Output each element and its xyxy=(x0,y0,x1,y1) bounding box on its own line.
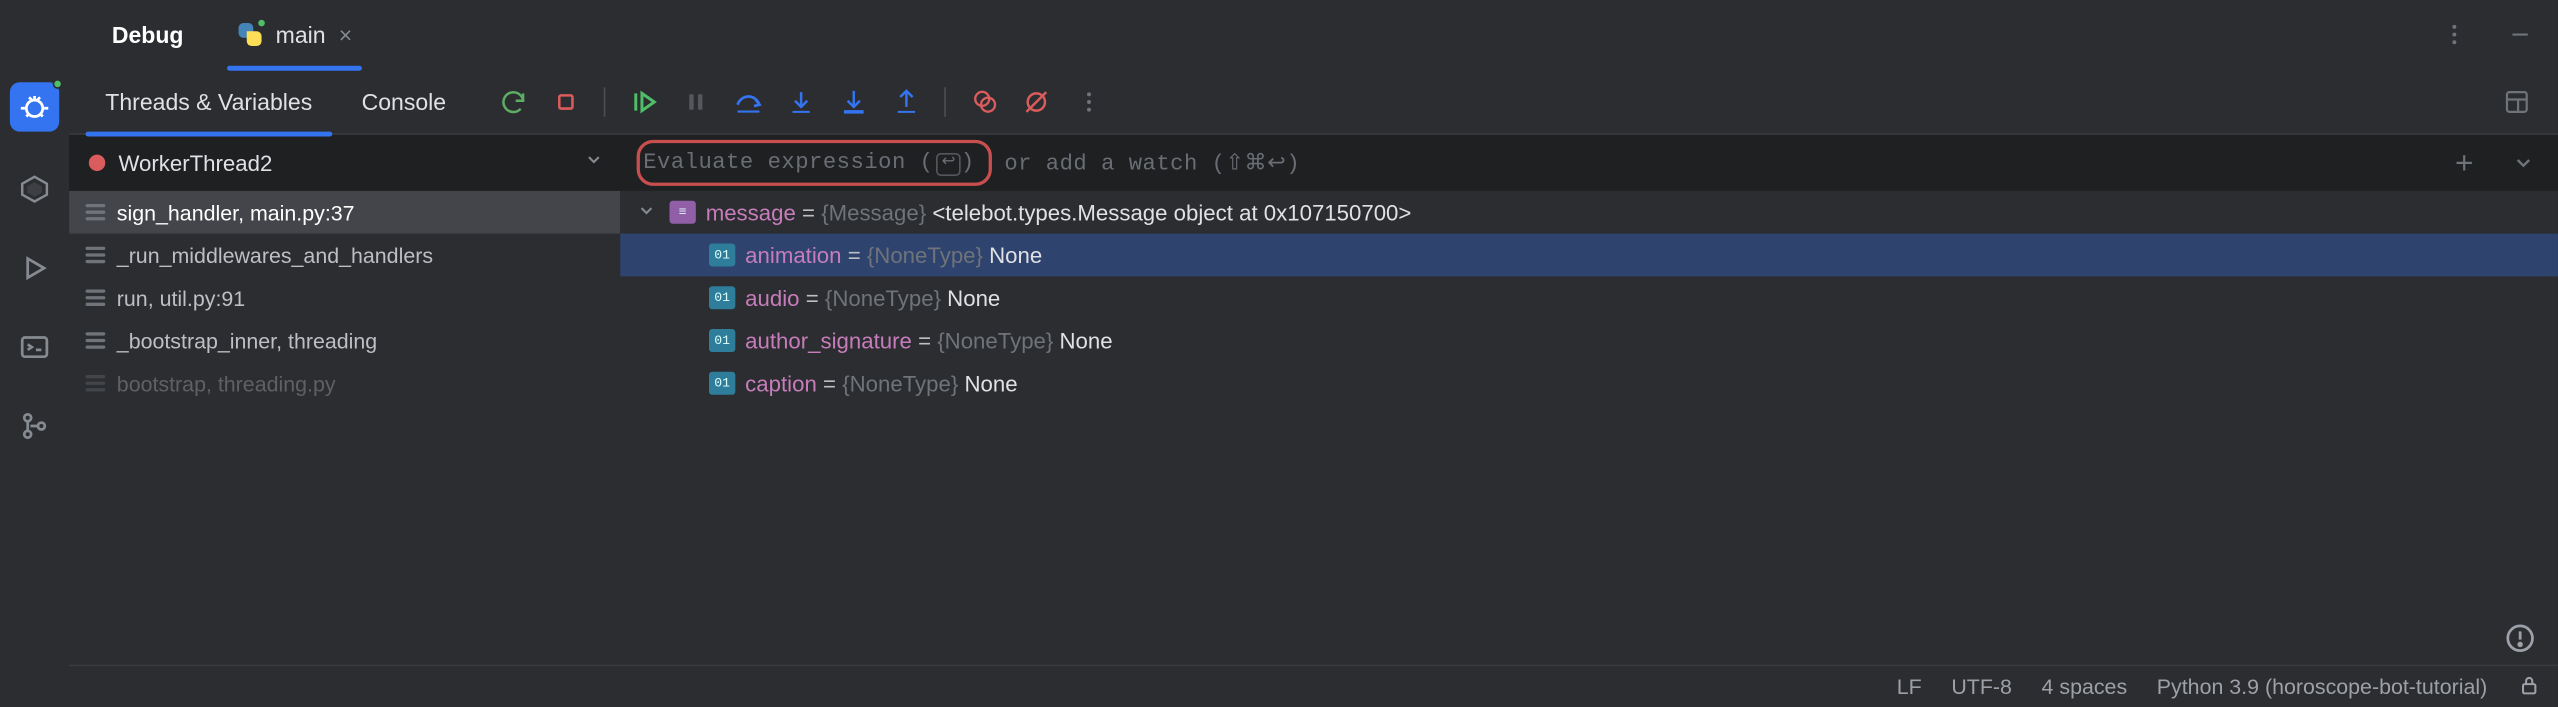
file-tab-main[interactable]: main × xyxy=(210,0,379,69)
interpreter-widget[interactable]: Python 3.9 (horoscope-bot-tutorial) xyxy=(2157,674,2487,699)
thread-suspended-dot xyxy=(89,155,105,171)
tab-threads-variables[interactable]: Threads & Variables xyxy=(86,68,332,134)
thread-selector[interactable]: WorkerThread2 xyxy=(69,135,620,191)
services-icon[interactable] xyxy=(13,168,56,211)
frame-icon xyxy=(86,289,106,306)
pause-icon[interactable] xyxy=(675,80,718,123)
more-options-icon[interactable] xyxy=(2433,13,2476,56)
variable-row[interactable]: 01 caption = {NoneType} None xyxy=(620,362,2558,405)
variable-row[interactable]: 01 author_signature = {NoneType} None xyxy=(620,319,2558,362)
run-icon[interactable] xyxy=(13,247,56,290)
status-bar: LF UTF-8 4 spaces Python 3.9 (horoscope-… xyxy=(69,665,2558,707)
stack-frame[interactable]: _bootstrap_inner, threading xyxy=(69,319,620,362)
debug-subtabs: Threads & Variables Console xyxy=(69,69,2558,135)
toolbar-more-icon[interactable] xyxy=(1068,80,1111,123)
rerun-icon[interactable] xyxy=(492,80,535,123)
hide-toolwindow-icon[interactable] xyxy=(2499,13,2542,56)
step-into-my-code-icon[interactable] xyxy=(833,80,876,123)
variable-row[interactable]: ≡ message = {Message} <telebot.types.Mes… xyxy=(620,191,2558,234)
encoding-widget[interactable]: UTF-8 xyxy=(1951,674,2012,699)
add-watch-hint: or add a watch (⇧⌘↩︎) xyxy=(1004,149,1300,177)
step-out-icon[interactable] xyxy=(885,80,928,123)
stack-frame[interactable]: run, util.py:91 xyxy=(69,276,620,319)
python-file-icon xyxy=(236,21,262,47)
field-var-icon: 01 xyxy=(709,286,735,309)
vcs-icon[interactable] xyxy=(13,405,56,448)
close-tab-icon[interactable]: × xyxy=(339,21,352,47)
variables-panel: Evaluate expression (↩︎) or add a watch … xyxy=(620,135,2558,707)
frame-icon xyxy=(86,246,106,263)
stack-frame[interactable]: _run_middlewares_and_handlers xyxy=(69,234,620,277)
chevron-down-icon[interactable] xyxy=(637,200,660,225)
evaluate-expression-bar[interactable]: Evaluate expression (↩︎) or add a watch … xyxy=(620,135,2558,191)
stack-frame[interactable]: bootstrap, threading.py xyxy=(69,362,620,405)
field-var-icon: 01 xyxy=(709,329,735,352)
debug-toolbar xyxy=(492,80,1111,123)
activity-bar xyxy=(0,0,69,707)
stack-frame[interactable]: sign_handler, main.py:37 xyxy=(69,191,620,234)
debug-tab-label[interactable]: Debug xyxy=(86,0,210,69)
line-separator-widget[interactable]: LF xyxy=(1897,674,1922,699)
evaluate-expression-highlight: Evaluate expression (↩︎) xyxy=(637,140,992,186)
step-into-icon[interactable] xyxy=(780,80,823,123)
field-var-icon: 01 xyxy=(709,372,735,395)
variable-row[interactable]: 01 audio = {NoneType} None xyxy=(620,276,2558,319)
tab-console[interactable]: Console xyxy=(342,68,466,134)
mute-breakpoints-icon[interactable] xyxy=(1015,80,1058,123)
debug-tool-icon[interactable] xyxy=(10,82,59,131)
readonly-lock-icon[interactable] xyxy=(2517,672,2542,702)
chevron-down-icon xyxy=(584,148,604,178)
view-breakpoints-icon[interactable] xyxy=(963,80,1006,123)
layout-settings-icon[interactable] xyxy=(2495,80,2538,123)
indent-widget[interactable]: 4 spaces xyxy=(2042,674,2128,699)
step-over-icon[interactable] xyxy=(727,80,770,123)
stop-icon[interactable] xyxy=(545,80,588,123)
terminal-icon[interactable] xyxy=(13,326,56,369)
field-var-icon: 01 xyxy=(709,243,735,266)
frames-panel: WorkerThread2 sign_handler, main.py:37 _… xyxy=(69,135,620,707)
frame-icon xyxy=(86,204,106,221)
frame-icon xyxy=(86,332,106,349)
resume-icon[interactable] xyxy=(622,80,665,123)
object-var-icon: ≡ xyxy=(670,201,696,224)
tool-window-tabs: Debug main × xyxy=(69,0,2558,69)
variable-row[interactable]: 01 animation = {NoneType} None xyxy=(620,234,2558,277)
expand-eval-icon[interactable] xyxy=(2502,141,2545,184)
problems-icon[interactable] xyxy=(2482,612,2558,665)
frame-icon xyxy=(86,375,106,392)
add-watch-icon[interactable] xyxy=(2443,141,2486,184)
